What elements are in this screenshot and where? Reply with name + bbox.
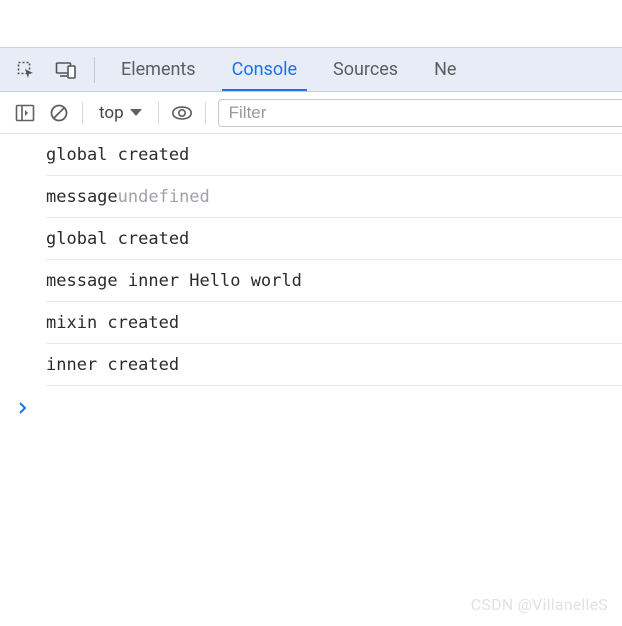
sidebar-toggle-icon[interactable] xyxy=(14,102,36,124)
console-log-row: global created xyxy=(46,134,622,176)
console-log-row: mixin created xyxy=(46,302,622,344)
context-label: top xyxy=(99,103,124,123)
log-text-segment: inner created xyxy=(46,355,179,375)
console-log-row: message undefined xyxy=(46,176,622,218)
tab-console[interactable]: Console xyxy=(214,48,315,92)
caret-down-icon xyxy=(130,109,142,116)
console-toolbar: top xyxy=(0,92,622,134)
log-text-segment: mixin created xyxy=(46,313,179,333)
console-log-row: message inner Hello world xyxy=(46,260,622,302)
clear-console-icon[interactable] xyxy=(48,102,70,124)
devtools-tabbar: Elements Console Sources Ne xyxy=(0,48,622,92)
log-text-segment: global created xyxy=(46,229,189,249)
inspect-icon[interactable] xyxy=(14,58,38,82)
tab-network-partial[interactable]: Ne xyxy=(416,48,474,92)
filter-input[interactable] xyxy=(218,99,622,127)
log-text-segment: global created xyxy=(46,145,189,165)
toolbar-divider-3 xyxy=(205,102,206,124)
top-gap xyxy=(0,0,622,48)
tabbar-divider xyxy=(94,57,95,83)
context-selector[interactable]: top xyxy=(95,103,146,123)
tab-elements[interactable]: Elements xyxy=(103,48,214,92)
watermark: CSDN @VillanelleS xyxy=(471,595,608,614)
log-text-segment: message xyxy=(46,187,118,207)
console-prompt[interactable] xyxy=(18,388,28,428)
log-text-segment: undefined xyxy=(118,187,210,207)
device-toolbar-icon[interactable] xyxy=(54,58,78,82)
console-log-row: inner created xyxy=(46,344,622,386)
log-text-segment: message inner Hello world xyxy=(46,271,302,291)
console-log-row: global created xyxy=(46,218,622,260)
tab-sources[interactable]: Sources xyxy=(315,48,416,92)
console-body: global created message undefined global cr… xyxy=(0,134,622,386)
toolbar-divider-2 xyxy=(158,102,159,124)
live-expression-icon[interactable] xyxy=(171,102,193,124)
toolbar-divider-1 xyxy=(82,102,83,124)
